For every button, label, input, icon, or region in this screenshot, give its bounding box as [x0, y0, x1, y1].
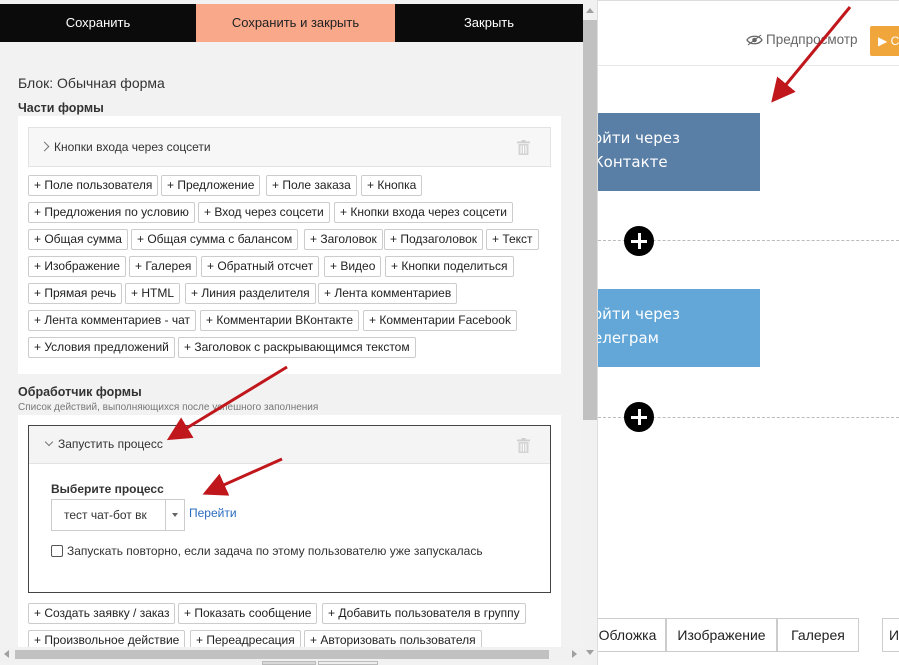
vertical-scrollbar-thumb[interactable] — [583, 20, 597, 420]
add-offer-conditions-chip[interactable]: + Условия предложений — [28, 337, 175, 358]
modal-toolbar: Сохранить Сохранить и закрыть Закрыть — [0, 4, 583, 42]
scroll-left-icon[interactable] — [4, 650, 9, 658]
trash-icon[interactable] — [517, 140, 530, 155]
add-social-login-buttons-chip[interactable]: + Кнопки входа через соцсети — [334, 202, 513, 223]
add-text-chip[interactable]: + Текст — [486, 229, 539, 250]
process-select[interactable]: тест чат-бот вк — [51, 499, 185, 531]
tab-more[interactable]: И — [882, 618, 899, 652]
add-countdown-chip[interactable]: + Обратный отсчет — [201, 256, 320, 277]
horizontal-scrollbar-thumb[interactable] — [15, 650, 549, 659]
add-block-icon[interactable] — [624, 402, 654, 432]
telegram-login-button[interactable]: ойти через елеграм — [593, 289, 760, 367]
add-video-chip[interactable]: + Видео — [324, 256, 382, 277]
scroll-right-icon[interactable] — [572, 650, 577, 658]
eye-icon — [746, 34, 763, 46]
preview-button[interactable]: Предпросмотр — [746, 32, 858, 47]
page-scroll-thumb[interactable] — [318, 661, 378, 665]
create-order-chip[interactable]: + Создать заявку / заказ — [28, 603, 176, 624]
add-image-chip[interactable]: + Изображение — [28, 256, 126, 277]
add-user-to-group-chip[interactable]: + Добавить пользователя в группу — [322, 603, 526, 624]
rerun-checkbox-label: Запускать повторно, если задача по этому… — [67, 544, 483, 558]
close-button[interactable]: Закрыть — [395, 4, 583, 42]
tg-button-line-1: ойти через — [593, 305, 680, 323]
add-facebook-comments-chip[interactable]: + Комментарии Facebook — [363, 310, 517, 331]
add-gallery-chip[interactable]: + Галерея — [129, 256, 198, 277]
add-heading-chip[interactable]: + Заголовок — [304, 229, 383, 250]
vk-button-line-1: ойти через — [593, 129, 680, 147]
tab-image[interactable]: Изображение — [666, 618, 777, 652]
add-button-chip[interactable]: + Кнопка — [361, 175, 423, 196]
add-divider-chip[interactable]: + Линия разделителя — [185, 283, 316, 304]
add-offer-chip[interactable]: + Предложение — [161, 175, 261, 196]
form-parts-heading: Части формы — [18, 101, 104, 115]
tab-gallery[interactable]: Галерея — [777, 618, 859, 652]
form-handler-subtitle: Список действий, выполняющихся после усп… — [18, 402, 319, 413]
save-button[interactable]: Сохранить — [0, 4, 196, 42]
add-social-login-chip[interactable]: + Вход через соцсети — [198, 202, 330, 223]
editor-topbar: Предпросмотр ▶ С — [598, 0, 899, 66]
add-subheading-chip[interactable]: + Подзаголовок — [384, 229, 484, 250]
show-message-chip[interactable]: + Показать сообщение — [178, 603, 318, 624]
block-title: Блок: Обычная форма — [18, 75, 165, 91]
vk-login-button[interactable]: ойти через Контакте — [593, 113, 760, 191]
run-process-header[interactable]: Запустить процесс — [29, 426, 550, 464]
add-quote-chip[interactable]: + Прямая речь — [28, 283, 123, 304]
add-total-balance-chip[interactable]: + Общая сумма с балансом — [131, 229, 299, 250]
start-button[interactable]: ▶ С — [870, 26, 899, 56]
add-expandable-heading-chip[interactable]: + Заголовок с раскрывающимся текстом — [178, 337, 416, 358]
add-conditional-offers-chip[interactable]: + Предложения по условию — [28, 202, 195, 223]
add-html-chip[interactable]: + HTML — [125, 283, 181, 304]
form-block-modal: Сохранить Сохранить и закрыть Закрыть Бл… — [0, 0, 598, 665]
run-process-action: Запустить процесс Выберите процесс тест … — [28, 425, 551, 593]
preview-label: Предпросмотр — [766, 32, 858, 47]
save-and-close-button[interactable]: Сохранить и закрыть — [196, 4, 395, 42]
scroll-down-icon[interactable] — [586, 650, 594, 655]
add-user-field-chip[interactable]: + Поле пользователя — [28, 175, 159, 196]
chevron-down-icon[interactable] — [44, 437, 54, 447]
dropdown-arrow-icon[interactable] — [165, 500, 184, 530]
add-share-buttons-chip[interactable]: + Кнопки поделиться — [385, 256, 514, 277]
form-part-label: Кнопки входа через соцсети — [54, 140, 211, 154]
goto-process-link[interactable]: Перейти — [189, 506, 237, 520]
chevron-right-icon[interactable] — [39, 141, 50, 152]
form-part-item[interactable]: Кнопки входа через соцсети — [28, 127, 551, 167]
add-comments-chat-chip[interactable]: + Лента комментариев - чат — [28, 310, 197, 331]
add-order-field-chip[interactable]: + Поле заказа — [266, 175, 357, 196]
process-select-value: тест чат-бот вк — [64, 508, 147, 522]
add-total-chip[interactable]: + Общая сумма — [28, 229, 128, 250]
select-process-label: Выберите процесс — [51, 482, 164, 496]
vk-button-line-2: Контакте — [593, 153, 668, 171]
rerun-checkbox[interactable] — [51, 545, 63, 557]
add-comments-feed-chip[interactable]: + Лента комментариев — [318, 283, 458, 304]
trash-icon[interactable] — [517, 438, 530, 453]
scroll-up-icon[interactable] — [586, 8, 594, 13]
run-process-label: Запустить процесс — [58, 437, 163, 451]
add-block-icon[interactable] — [624, 226, 654, 256]
page-scroll-thumb[interactable] — [262, 661, 316, 665]
rerun-checkbox-row[interactable]: Запускать повторно, если задача по этому… — [51, 544, 483, 558]
tab-cover[interactable]: Обложка — [590, 618, 666, 652]
tg-button-line-2: елеграм — [593, 329, 659, 347]
form-handler-heading: Обработчик формы — [18, 385, 142, 399]
add-vk-comments-chip[interactable]: + Комментарии ВКонтакте — [200, 310, 360, 331]
